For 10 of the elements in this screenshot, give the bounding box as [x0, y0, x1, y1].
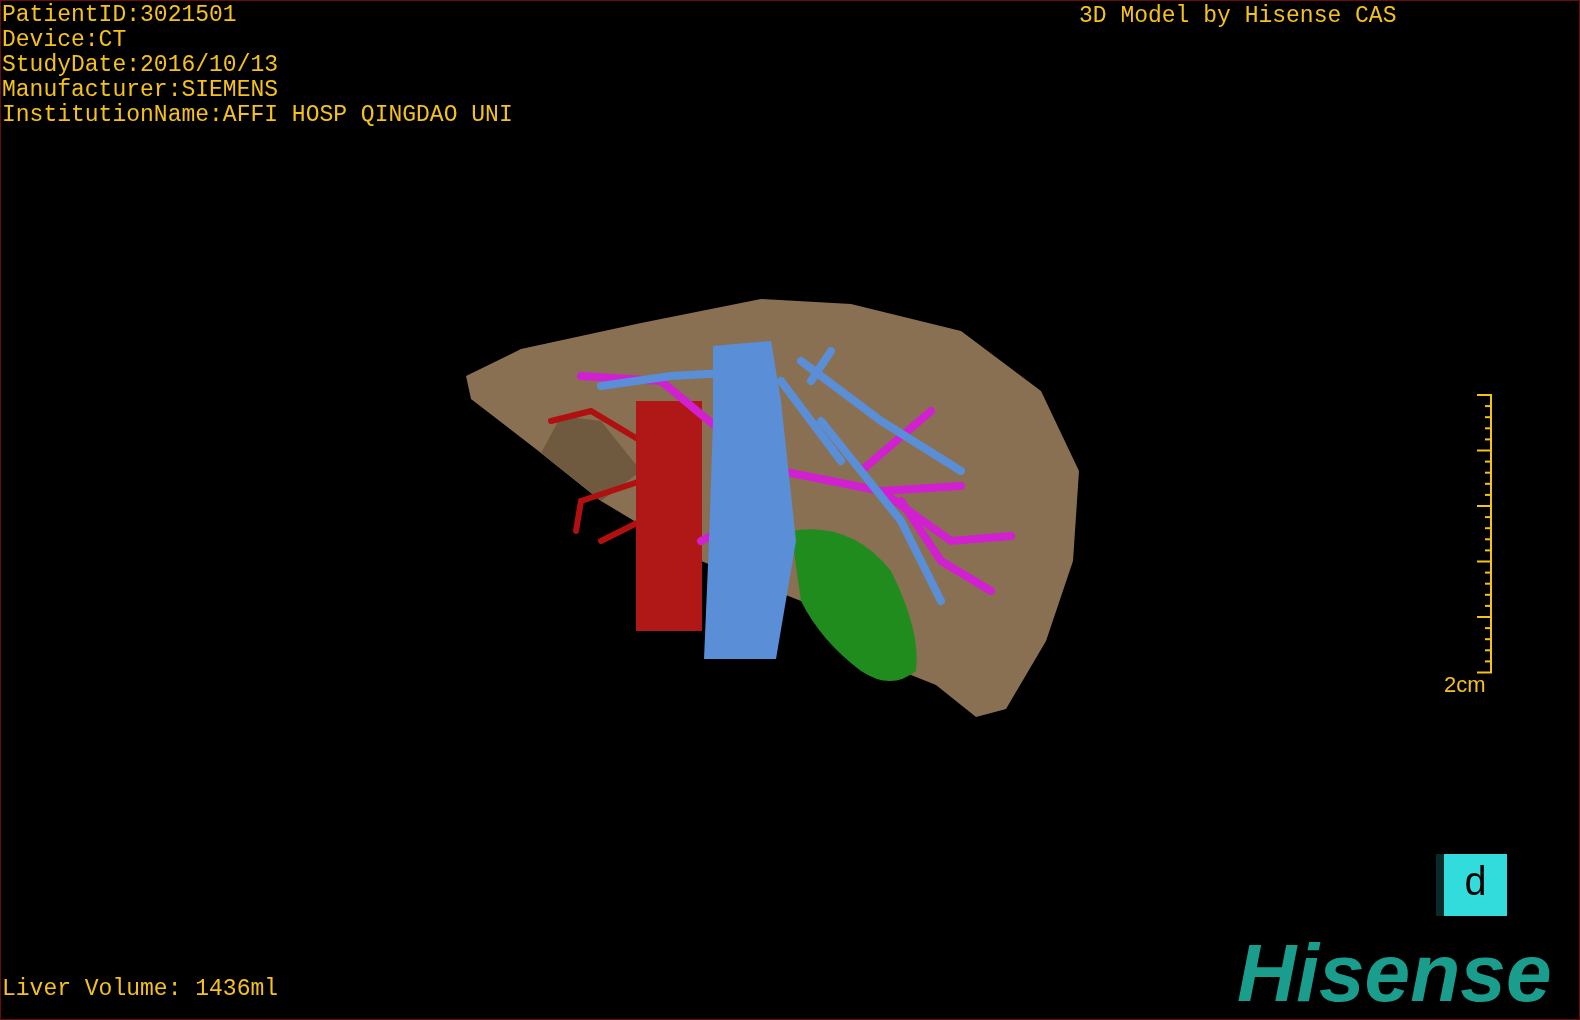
info-line: Device:CT [2, 28, 127, 53]
liver-volume: Liver Volume: 1436ml [2, 977, 279, 1002]
orientation-cube[interactable]: d [1436, 854, 1507, 916]
info-line: StudyDate:2016/10/13 [2, 53, 279, 78]
info-line: Manufacturer:SIEMENS [2, 78, 279, 103]
viewer-title: 3D Model by Hisense CAS [1079, 4, 1397, 29]
logo: Hisense [1237, 931, 1552, 1015]
info-line: PatientID:3021501 [2, 3, 237, 28]
scale-label: 2cm [1444, 673, 1486, 697]
info-line: InstitutionName:AFFI HOSP QINGDAO UNI [2, 103, 513, 128]
